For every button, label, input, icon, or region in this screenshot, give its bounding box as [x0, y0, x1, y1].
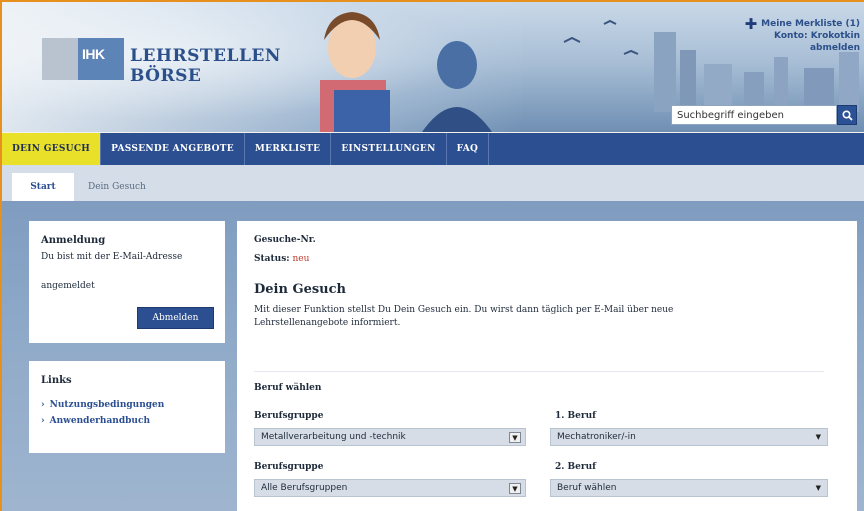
search-icon: [841, 109, 853, 121]
select-value: Metallverarbeitung und -technik: [261, 432, 406, 442]
beruf-1-label: 1. Beruf: [555, 411, 597, 421]
link-label: Nutzungsbedingungen: [49, 400, 165, 410]
berufsgruppe-2-label: Berufsgruppe: [254, 462, 324, 472]
select-value: Mechatroniker/-in: [557, 432, 636, 442]
chevron-down-icon: ▼: [815, 433, 821, 441]
tab-passende-angebote[interactable]: PASSENDE ANGEBOTE: [101, 133, 245, 165]
login-title: Anmeldung: [41, 235, 106, 246]
select-value: Beruf wählen: [557, 483, 617, 493]
berufsgruppe-1-label: Berufsgruppe: [254, 411, 324, 421]
gesuch-panel: Gesuche-Nr. Status: neu Dein Gesuch Mit …: [237, 221, 857, 511]
status-badge: neu: [292, 254, 310, 264]
breadcrumb-dein-gesuch[interactable]: Dein Gesuch: [88, 182, 146, 192]
berufsgruppe-1-select[interactable]: Metallverarbeitung und -technik ▼: [254, 428, 526, 446]
login-panel: Anmeldung Du bist mit der E-Mail-Adresse…: [29, 221, 225, 343]
status-row: Status: neu: [254, 254, 840, 264]
site-title-line1: LEHRSTELLEN: [130, 46, 281, 66]
search-bar: [671, 105, 857, 125]
links-panel: Links › Nutzungsbedingungen › Anwenderhand…: [29, 361, 225, 453]
logo-gray-square: [42, 38, 78, 80]
links-title: Links: [41, 375, 72, 386]
tab-label: FAQ: [456, 144, 479, 154]
link-nutzungsbedingungen[interactable]: › Nutzungsbedingungen: [41, 400, 213, 410]
tab-dein-gesuch[interactable]: DEIN GESUCH: [2, 133, 102, 165]
header-logout-link[interactable]: abmelden: [810, 43, 860, 53]
logout-button[interactable]: Abmelden: [137, 307, 214, 329]
tab-merkliste[interactable]: MERKLISTE: [245, 133, 332, 165]
merkliste-link[interactable]: Meine Merkliste (1): [761, 18, 860, 30]
status-label: Status:: [254, 254, 290, 264]
site-title[interactable]: LEHRSTELLEN BÖRSE: [130, 46, 281, 86]
tab-label: MERKLISTE: [254, 144, 321, 154]
account-area: ✚ Meine Merkliste (1) Konto: Krokotkin a…: [744, 15, 860, 54]
chevron-down-icon: ▼: [815, 484, 821, 492]
chevron-right-icon: ›: [41, 400, 45, 410]
beruf-1-select[interactable]: Mechatroniker/-in ▼: [550, 428, 828, 446]
site-title-line2: BÖRSE: [130, 66, 202, 86]
tab-einstellungen[interactable]: EINSTELLUNGEN: [331, 133, 447, 165]
page-description: Mit dieser Funktion stellst Du Dein Gesu…: [254, 305, 674, 328]
pin-icon: ✚: [744, 15, 758, 33]
tab-faq[interactable]: FAQ: [447, 133, 490, 165]
breadcrumb-start[interactable]: Start: [12, 173, 74, 201]
beruf-2-select[interactable]: Beruf wählen ▼: [550, 479, 828, 497]
page-title: Dein Gesuch: [254, 282, 346, 297]
ihk-logo-text: IHK: [82, 46, 105, 62]
main-nav: DEIN GESUCH PASSENDE ANGEBOTE MERKLISTE …: [2, 133, 864, 165]
gesuch-nr-label: Gesuche-Nr.: [254, 235, 316, 245]
search-button[interactable]: [837, 105, 857, 125]
breadcrumb: Start Dein Gesuch: [2, 165, 864, 201]
berufsgruppe-2-select[interactable]: Alle Berufsgruppen ▼: [254, 479, 526, 497]
link-label: Anwenderhandbuch: [49, 416, 150, 426]
section-title: Beruf wählen: [254, 383, 322, 393]
header-banner: IHK LEHRSTELLEN BÖRSE ✚ Meine Merkliste …: [2, 2, 864, 132]
konto-label: Konto:: [774, 31, 808, 41]
select-value: Alle Berufsgruppen: [261, 483, 348, 493]
tab-label: DEIN GESUCH: [12, 144, 91, 154]
chevron-down-icon: ▼: [509, 432, 521, 443]
tab-label: PASSENDE ANGEBOTE: [111, 144, 234, 154]
tab-label: EINSTELLUNGEN: [341, 144, 436, 154]
students-illustration: [320, 12, 492, 132]
link-anwenderhandbuch[interactable]: › Anwenderhandbuch: [41, 416, 213, 426]
search-input[interactable]: [671, 105, 837, 125]
breadcrumb-label: Start: [30, 182, 56, 192]
beruf-2-label: 2. Beruf: [555, 462, 597, 472]
login-text-2: angemeldet: [41, 281, 95, 291]
divider: [254, 371, 824, 372]
chevron-right-icon: ›: [41, 416, 45, 426]
konto-user: Krokotkin: [810, 31, 860, 41]
ihk-logo[interactable]: IHK: [78, 38, 124, 80]
chevron-down-icon: ▼: [509, 483, 521, 494]
login-text: Du bist mit der E-Mail-Adresse: [41, 252, 183, 262]
